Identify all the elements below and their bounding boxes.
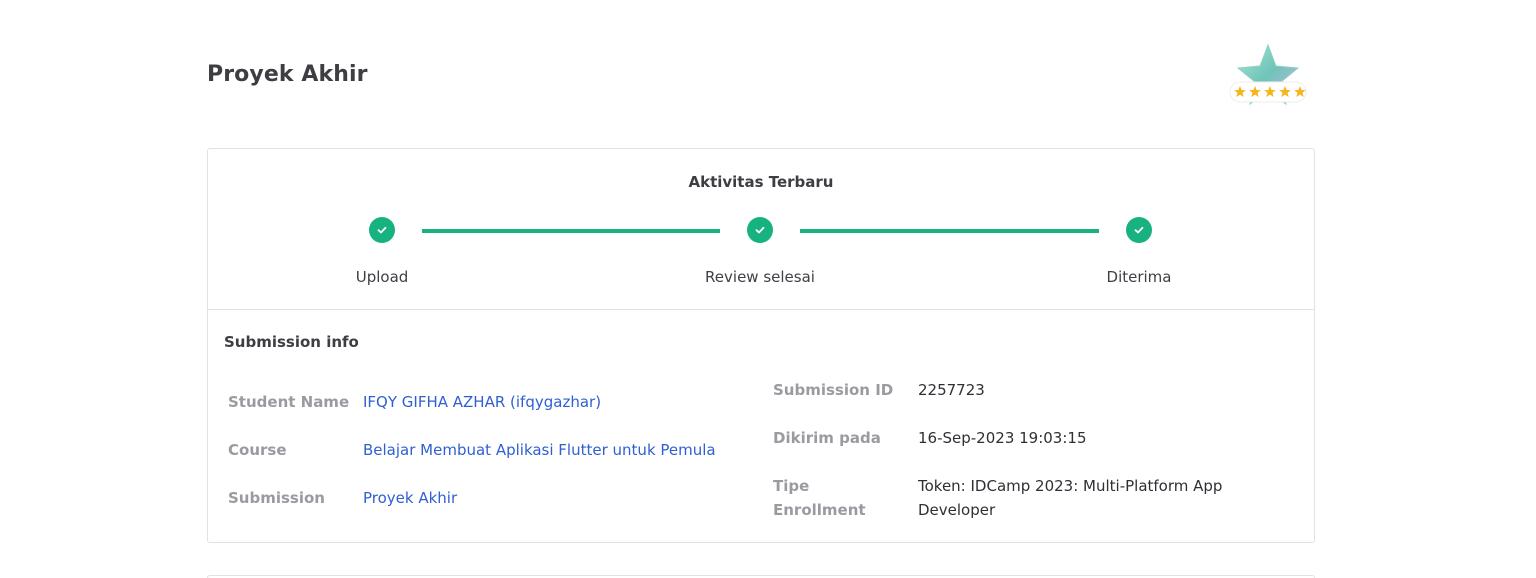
enrollment-type-label-line1: Tipe xyxy=(773,477,810,495)
submission-card: Aktivitas Terbaru Upload Review selesai … xyxy=(207,148,1315,543)
step-accepted-check-icon xyxy=(1126,217,1152,243)
star-rating-badge-icon xyxy=(1226,42,1310,110)
progress-title: Aktivitas Terbaru xyxy=(688,173,834,191)
course-label: Course xyxy=(228,441,287,459)
submission-info-title: Submission info xyxy=(224,333,359,351)
student-name-label: Student Name xyxy=(228,393,350,411)
enrollment-type-value-line2: Developer xyxy=(918,501,996,519)
step-review-check-icon xyxy=(747,217,773,243)
step-connector-1 xyxy=(422,229,720,233)
submission-label: Submission xyxy=(228,489,325,507)
step-label-review: Review selesai xyxy=(705,268,815,286)
submission-id-value: 2257723 xyxy=(918,381,985,399)
student-name-link[interactable]: IFQY GIFHA AZHAR (ifqygazhar) xyxy=(363,390,601,414)
step-connector-2 xyxy=(800,229,1099,233)
submission-link[interactable]: Proyek Akhir xyxy=(363,486,457,510)
page-title: Proyek Akhir xyxy=(207,62,368,87)
submission-id-label: Submission ID xyxy=(773,381,894,399)
sent-at-label: Dikirim pada xyxy=(773,429,881,447)
course-link[interactable]: Belajar Membuat Aplikasi Flutter untuk P… xyxy=(363,438,716,462)
step-label-accepted: Diterima xyxy=(1106,268,1172,286)
step-label-upload: Upload xyxy=(355,268,409,286)
divider xyxy=(208,309,1314,310)
sent-at-value: 16-Sep-2023 19:03:15 xyxy=(918,429,1087,447)
enrollment-type-label-line2: Enrollment xyxy=(773,501,866,519)
step-upload-check-icon xyxy=(369,217,395,243)
enrollment-type-value-line1: Token: IDCamp 2023: Multi-Platform App xyxy=(918,477,1223,495)
